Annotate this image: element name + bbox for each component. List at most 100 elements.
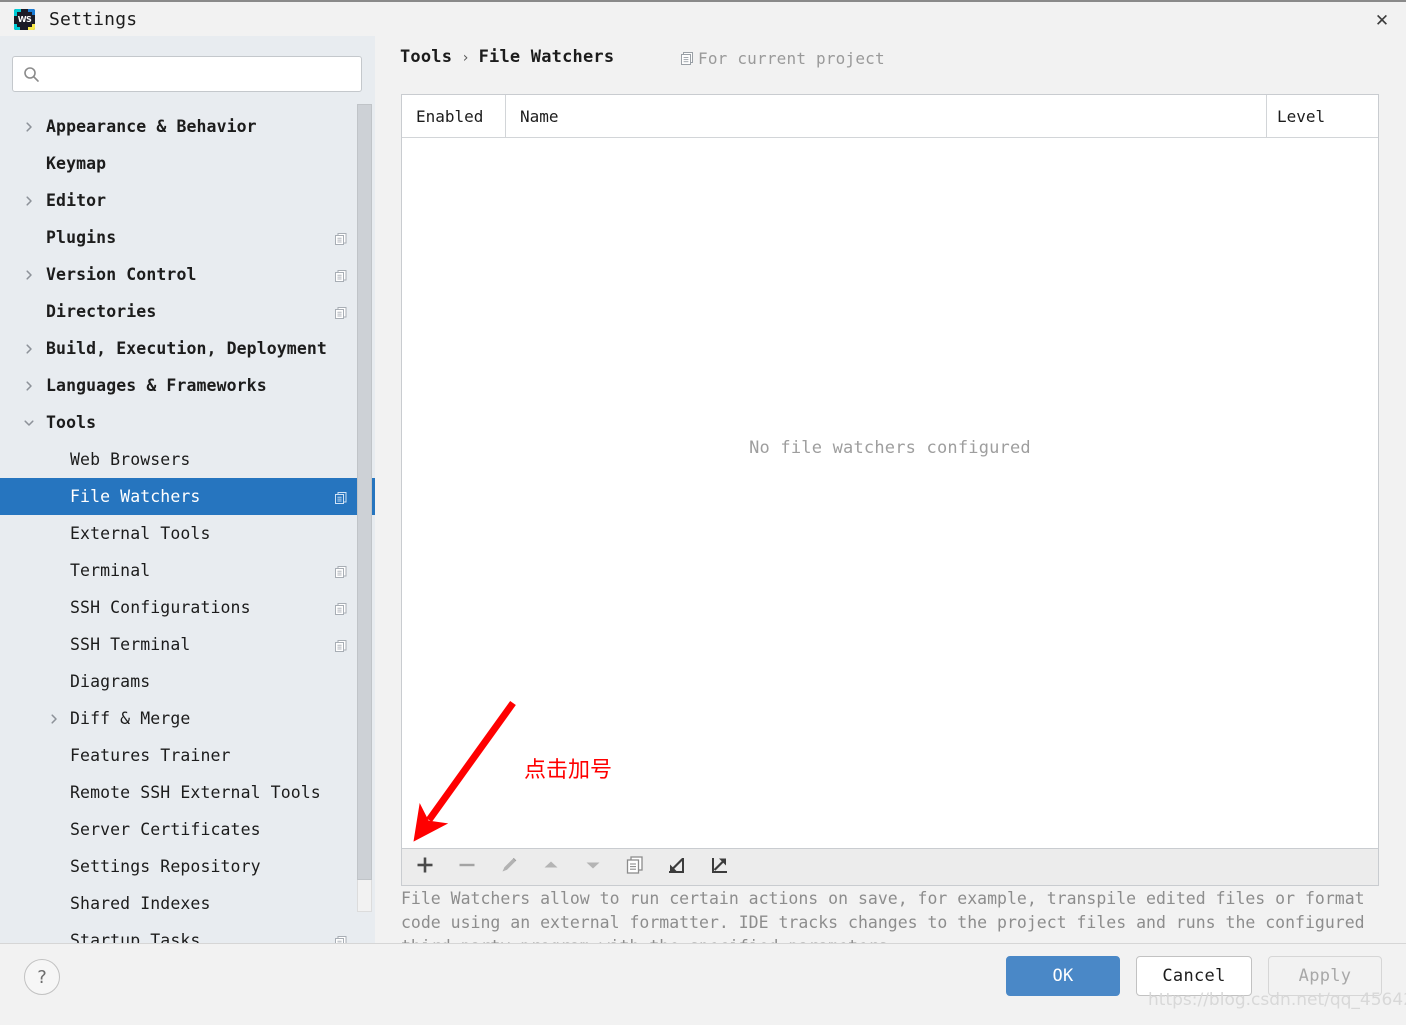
column-header-level[interactable]: Level — [1267, 95, 1378, 137]
chevron-down-icon[interactable] — [22, 416, 36, 430]
sidebar-item-features-trainer[interactable]: Features Trainer — [0, 737, 375, 774]
plus-icon — [414, 854, 436, 880]
sidebar-item-tools[interactable]: Tools — [0, 404, 375, 441]
sidebar-item-label: Build, Execution, Deployment — [46, 339, 327, 358]
sidebar-item-label: Remote SSH External Tools — [70, 783, 321, 802]
close-icon[interactable]: ✕ — [1358, 4, 1406, 38]
project-scope-icon — [334, 638, 348, 652]
sidebar-item-remote-ssh-external-tools[interactable]: Remote SSH External Tools — [0, 774, 375, 811]
sidebar-item-plugins[interactable]: Plugins — [0, 219, 375, 256]
file-watchers-table: Enabled Name Level No file watchers conf… — [401, 94, 1379, 849]
search-input[interactable] — [48, 65, 342, 83]
settings-sidebar: Appearance & Behavior Keymap Editor Plugins… — [0, 36, 375, 943]
project-scope-label: For current project — [698, 49, 885, 68]
sidebar-item-label: Languages & Frameworks — [46, 376, 267, 395]
chevron-right-icon[interactable] — [47, 712, 61, 726]
sidebar-item-label: Shared Indexes — [70, 894, 211, 913]
sidebar-item-label: Diff & Merge — [70, 709, 191, 728]
sidebar-item-label: Plugins — [46, 228, 117, 247]
project-scope-icon — [334, 934, 348, 943]
sidebar-item-startup-tasks[interactable]: Startup Tasks — [0, 922, 375, 943]
project-scope-icon — [334, 268, 348, 282]
sidebar-item-ssh-configurations[interactable]: SSH Configurations — [0, 589, 375, 626]
sidebar-item-label: File Watchers — [70, 487, 201, 506]
sidebar-item-diff-merge[interactable]: Diff & Merge — [0, 700, 375, 737]
sidebar-item-label: Settings Repository — [70, 857, 261, 876]
move-down-button[interactable] — [572, 850, 614, 884]
sidebar-item-label: Web Browsers — [70, 450, 191, 469]
sidebar-item-external-tools[interactable]: External Tools — [0, 515, 375, 552]
ok-button[interactable]: OK — [1006, 956, 1120, 996]
sidebar-item-label: SSH Configurations — [70, 598, 251, 617]
sidebar-item-label: Startup Tasks — [70, 931, 201, 943]
sidebar-item-label: Server Certificates — [70, 820, 261, 839]
dialog-body: Appearance & Behavior Keymap Editor Plugins… — [0, 36, 1406, 956]
project-scope-icon — [680, 51, 695, 66]
sidebar-item-terminal[interactable]: Terminal — [0, 552, 375, 589]
cancel-button[interactable]: Cancel — [1136, 956, 1252, 996]
sidebar-item-keymap[interactable]: Keymap — [0, 145, 375, 182]
sidebar-item-version-control[interactable]: Version Control — [0, 256, 375, 293]
sidebar-item-file-watchers[interactable]: File Watchers — [0, 478, 375, 515]
sidebar-item-diagrams[interactable]: Diagrams — [0, 663, 375, 700]
add-button[interactable] — [404, 850, 446, 884]
sidebar-item-label: Version Control — [46, 265, 197, 284]
webstorm-logo-icon: WS — [14, 8, 35, 30]
sidebar-item-editor[interactable]: Editor — [0, 182, 375, 219]
breadcrumb-separator: › — [461, 50, 470, 66]
breadcrumb-current: File Watchers — [478, 47, 615, 67]
chevron-right-icon[interactable] — [22, 194, 36, 208]
sidebar-scrollbar-thumb[interactable] — [357, 104, 372, 880]
sidebar-item-settings-repository[interactable]: Settings Repository — [0, 848, 375, 885]
import-button[interactable] — [656, 850, 698, 884]
export-icon — [708, 854, 730, 880]
sidebar-item-server-certificates[interactable]: Server Certificates — [0, 811, 375, 848]
chevron-right-icon[interactable] — [22, 268, 36, 282]
chevron-right-icon[interactable] — [22, 342, 36, 356]
title-bar: WS Settings ✕ — [0, 0, 1406, 36]
sidebar-item-label: Editor — [46, 191, 107, 210]
move-up-button[interactable] — [530, 850, 572, 884]
project-scope-icon — [334, 305, 348, 319]
breadcrumb: Tools › File Watchers — [400, 47, 614, 67]
sidebar-item-label: SSH Terminal — [70, 635, 191, 654]
chevron-right-icon[interactable] — [22, 379, 36, 393]
sidebar-item-shared-indexes[interactable]: Shared Indexes — [0, 885, 375, 922]
settings-tree: Appearance & Behavior Keymap Editor Plugins… — [0, 108, 375, 943]
edit-button[interactable] — [488, 850, 530, 884]
copy-icon — [624, 854, 646, 880]
sidebar-item-label: Tools — [46, 413, 97, 432]
sidebar-item-label: Features Trainer — [70, 746, 231, 765]
main-panel: Tools › File Watchers For current projec… — [375, 36, 1406, 956]
project-scope-icon — [334, 490, 348, 504]
chevron-right-icon[interactable] — [22, 120, 36, 134]
window-title: Settings — [49, 8, 138, 30]
empty-state-message: No file watchers configured — [749, 438, 1031, 458]
sidebar-item-web-browsers[interactable]: Web Browsers — [0, 441, 375, 478]
export-button[interactable] — [698, 850, 740, 884]
sidebar-item-ssh-terminal[interactable]: SSH Terminal — [0, 626, 375, 663]
sidebar-item-label: Keymap — [46, 154, 107, 173]
table-toolbar — [401, 849, 1379, 886]
table-header-row: Enabled Name Level — [402, 95, 1378, 138]
sidebar-item-directories[interactable]: Directories — [0, 293, 375, 330]
sidebar-item-label: Diagrams — [70, 672, 151, 691]
column-header-enabled[interactable]: Enabled — [402, 95, 506, 137]
project-scope-icon — [334, 564, 348, 578]
help-button[interactable]: ? — [24, 959, 60, 995]
import-icon — [666, 854, 688, 880]
sidebar-item-languages-frameworks[interactable]: Languages & Frameworks — [0, 367, 375, 404]
sidebar-item-build-execution-deployment[interactable]: Build, Execution, Deployment — [0, 330, 375, 367]
copy-button[interactable] — [614, 850, 656, 884]
search-box[interactable] — [12, 56, 362, 92]
project-scope: For current project — [680, 49, 885, 68]
table-empty-state: No file watchers configured — [402, 138, 1378, 848]
remove-button[interactable] — [446, 850, 488, 884]
breadcrumb-parent[interactable]: Tools — [400, 47, 452, 67]
sidebar-item-appearance-behavior[interactable]: Appearance & Behavior — [0, 108, 375, 145]
apply-button: Apply — [1268, 956, 1382, 996]
dialog-footer: ? OK Cancel Apply — [0, 943, 1406, 1021]
sidebar-item-label: Appearance & Behavior — [46, 117, 257, 136]
column-header-name[interactable]: Name — [506, 95, 1267, 137]
project-scope-icon — [334, 231, 348, 245]
